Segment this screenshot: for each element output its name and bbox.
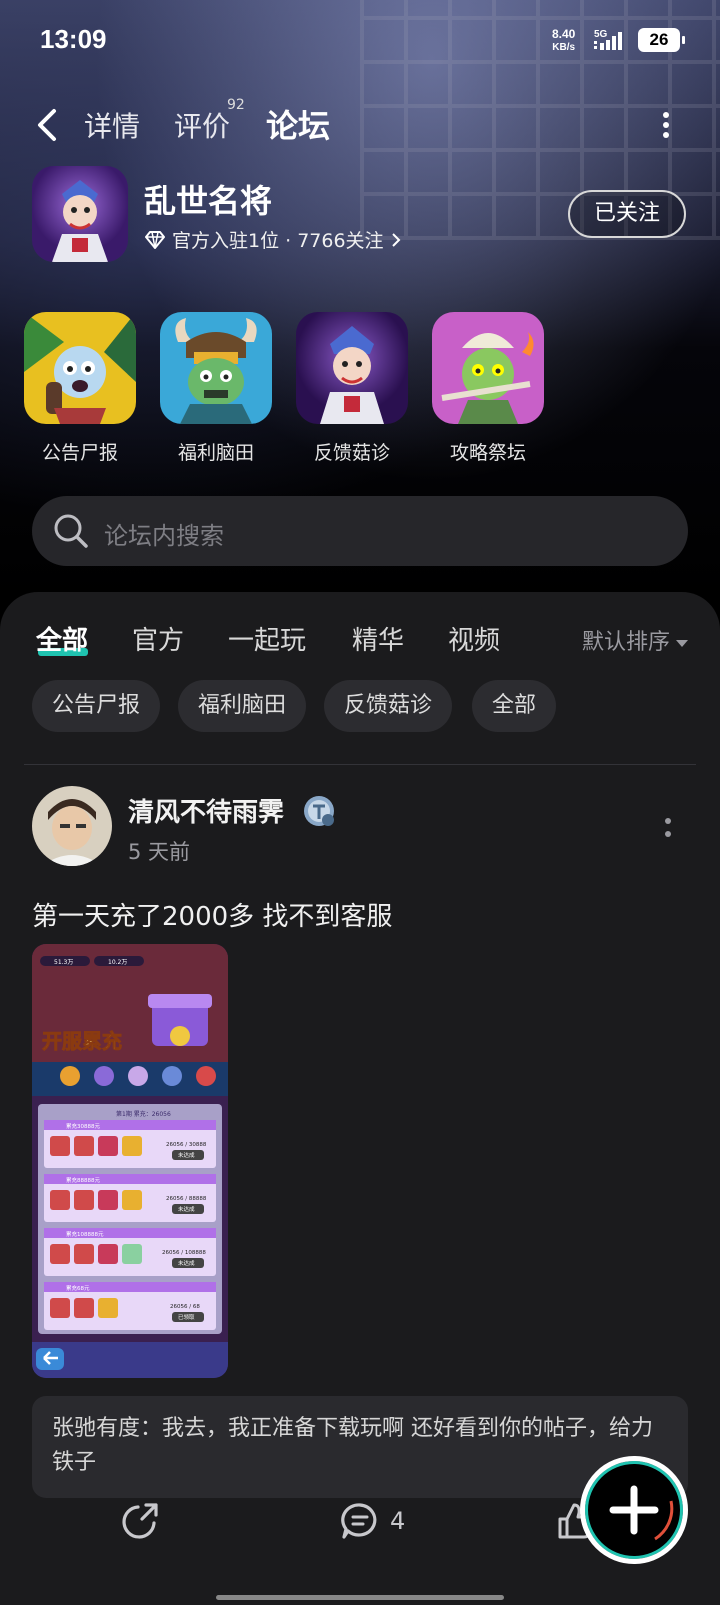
home-indicator[interactable] [216, 1595, 504, 1600]
section-announcement[interactable]: 公告尸报 [24, 312, 136, 465]
image-row-status: 未达成 [178, 1151, 195, 1159]
section-feedback[interactable]: 反馈菇诊 [296, 312, 408, 465]
network-speed-value: 8.40 [552, 27, 576, 41]
filter-tab-featured[interactable]: 精华 [352, 620, 404, 657]
top-nav: 详情 评价 92 论坛 [0, 95, 720, 155]
battery-icon: 26 [638, 28, 685, 52]
filter-tab-all[interactable]: 全部 [36, 620, 88, 657]
filter-tab-play-together[interactable]: 一起玩 [228, 620, 306, 657]
search-icon [54, 514, 88, 548]
filter-tab-video[interactable]: 视频 [448, 620, 500, 657]
post-image[interactable]: 51.3万 10.2万 开服累充 第1期 累充：26056 累充30888元 2… [32, 944, 228, 1378]
image-row-progress: 26056 / 88888 [166, 1196, 207, 1202]
network-type: 5G [594, 29, 608, 40]
feed-filter-tabs: 全部 官方 一起玩 精华 视频 默认排序 [0, 612, 720, 662]
network-speed-unit: KB/s [552, 42, 576, 53]
image-currency-1: 51.3万 [54, 959, 73, 966]
image-currency-2: 10.2万 [108, 959, 127, 966]
share-icon [122, 1503, 158, 1539]
announcement-section-icon [24, 312, 136, 424]
image-row-title: 累充108888元 [66, 1230, 104, 1238]
image-row-progress: 26056 / 30888 [166, 1142, 207, 1148]
signal-icon: 5G [594, 29, 622, 50]
create-post-button[interactable] [580, 1456, 688, 1564]
plus-icon [609, 1485, 674, 1541]
image-reward-row: 累充30888元 26056 / 30888 未达成 [44, 1120, 216, 1168]
section-guide[interactable]: 攻略祭坛 [432, 312, 544, 465]
forum-feed-panel: 全部 官方 一起玩 精华 视频 默认排序 公告尸报 福利脑田 反馈菇诊 全部 清… [0, 592, 720, 1605]
image-row-status: 未达成 [178, 1259, 195, 1267]
tab-details[interactable]: 详情 [84, 105, 140, 145]
image-row-progress: 26056 / 108888 [162, 1250, 206, 1256]
review-count-badge: 92 [227, 97, 245, 113]
image-reward-row: 累充108888元 26056 / 108888 未达成 [44, 1228, 216, 1276]
filter-tab-official[interactable]: 官方 [132, 620, 184, 657]
image-row-progress: 26056 / 68 [170, 1304, 200, 1310]
section-welfare[interactable]: 福利脑田 [160, 312, 272, 465]
share-button[interactable] [120, 1486, 160, 1556]
follow-button[interactable]: 已关注 [568, 190, 686, 238]
tab-forum[interactable]: 论坛 [266, 101, 330, 147]
post-text: 第一天充了2000多 找不到客服 [32, 902, 393, 932]
game-meta-text: 官方入驻1位 · 7766关注 [172, 230, 384, 252]
chip-welfare[interactable]: 福利脑田 [178, 680, 307, 732]
diamond-icon [145, 230, 165, 249]
divider [24, 764, 696, 765]
more-options-icon[interactable] [662, 111, 670, 139]
game-logo[interactable] [32, 166, 128, 262]
image-row-status: 未达成 [178, 1205, 195, 1213]
image-summary: 第1期 累充：26056 [116, 1110, 171, 1118]
back-arrow-icon[interactable] [34, 105, 64, 145]
image-banner: 开服累充 [42, 1029, 122, 1053]
status-bar: 13:09 8.40 KB/s 5G 26 [0, 0, 720, 80]
forum-search-bar[interactable]: 论坛内搜索 [32, 496, 688, 566]
network-speed: 8.40 KB/s [552, 28, 575, 54]
post-time: 5 天前 [128, 840, 191, 864]
section-label: 福利脑田 [177, 442, 254, 464]
comment-icon [341, 1503, 377, 1539]
section-label: 反馈菇诊 [313, 442, 390, 464]
image-row-title: 累充88888元 [66, 1176, 100, 1184]
chip-all[interactable]: 全部 [472, 680, 557, 732]
tab-reviews[interactable]: 评价 [174, 105, 230, 145]
comment-count: 4 [390, 1507, 406, 1535]
section-label: 公告尸报 [41, 442, 118, 464]
sort-label: 默认排序 [582, 630, 671, 655]
search-input[interactable]: 论坛内搜索 [104, 516, 224, 551]
comment-button[interactable]: 4 [340, 1486, 405, 1556]
user-level-badge-icon [304, 796, 334, 826]
chip-feedback[interactable]: 反馈菇诊 [324, 680, 453, 732]
welfare-section-icon [160, 312, 272, 424]
chevron-right-icon [391, 232, 400, 247]
image-row-title: 累充30888元 [66, 1122, 100, 1130]
image-row-status: 已领取 [178, 1313, 195, 1321]
forum-sections: 公告尸报 福利脑田 反馈菇诊 攻略祭坛 [24, 312, 704, 465]
caret-down-icon [676, 639, 689, 647]
game-meta[interactable]: 官方入驻1位 · 7766关注 [144, 226, 402, 253]
post-more-icon[interactable] [664, 816, 672, 840]
game-title: 乱世名将 [144, 182, 273, 220]
post-author[interactable]: 清风不待雨霁 [128, 792, 284, 829]
game-header: 乱世名将 官方入驻1位 · 7766关注 已关注 [32, 166, 692, 266]
image-reward-row: 累充88888元 26056 / 88888 未达成 [44, 1174, 216, 1222]
guide-section-icon [432, 312, 544, 424]
status-time: 13:09 [40, 24, 107, 54]
feedback-section-icon [296, 312, 408, 424]
chip-announcement[interactable]: 公告尸报 [32, 680, 161, 732]
section-label: 攻略祭坛 [449, 442, 526, 464]
image-row-title: 累充68元 [66, 1284, 90, 1292]
avatar[interactable] [32, 786, 112, 866]
image-reward-row: 累充68元 26056 / 68 已领取 [44, 1282, 216, 1330]
sort-dropdown[interactable]: 默认排序 [582, 624, 689, 656]
